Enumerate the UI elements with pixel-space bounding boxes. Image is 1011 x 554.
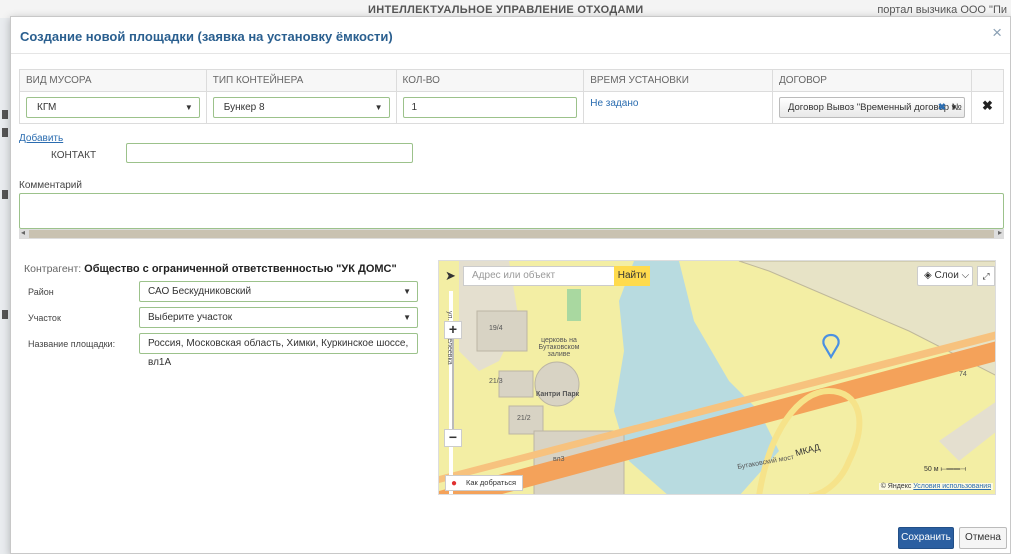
- map-label-building: 21/3: [489, 378, 503, 385]
- create-site-modal: Создание новой площадки (заявка на устан…: [10, 16, 1011, 554]
- site-name-value: Россия, Московская область, Химки, Курки…: [148, 338, 409, 368]
- map-find-button[interactable]: Найти: [614, 266, 650, 286]
- map-label-number: 74: [959, 371, 967, 378]
- header-container-type: ТИП КОНТЕЙНЕРА: [205, 69, 397, 92]
- route-label: Как добраться: [466, 478, 517, 487]
- map-label-building: вл3: [553, 456, 565, 463]
- clear-icon[interactable]: ✖: [938, 98, 946, 117]
- map-label-church: церковь на Бутаковском заливе: [538, 337, 580, 358]
- map-label-mall: Кантри Парк: [536, 391, 580, 398]
- add-row-link[interactable]: Добавить: [19, 133, 63, 144]
- map-layers-button[interactable]: ◈ Слои ⌵: [917, 266, 973, 286]
- cell-quantity: 1: [395, 91, 585, 124]
- container-table: ВИД МУСОРА ТИП КОНТЕЙНЕРА КОЛ-ВО ВРЕМЯ У…: [19, 69, 1005, 124]
- map-scale: 50 м ⟝━━⟞: [924, 466, 967, 473]
- scroll-left-icon[interactable]: ◂: [21, 228, 25, 237]
- cell-contract: Договор Вывоз "Временный договор № ✖ ▼: [771, 91, 972, 124]
- close-icon[interactable]: ×: [992, 23, 1002, 43]
- quantity-input[interactable]: 1: [402, 97, 578, 118]
- bg-marker: [2, 128, 8, 137]
- bg-marker: [2, 310, 8, 319]
- map-label-building: 21/2: [517, 415, 531, 422]
- layers-label: Слои: [934, 270, 959, 281]
- plot-select[interactable]: Выберите участок ▼: [139, 307, 418, 328]
- plot-value: Выберите участок: [148, 312, 233, 323]
- cell-remove: ✖: [970, 91, 1005, 124]
- contract-value: Договор Вывоз "Временный договор №: [787, 102, 962, 113]
- dropdown-arrow-icon: ▼: [403, 313, 411, 322]
- table-header-row: ВИД МУСОРА ТИП КОНТЕЙНЕРА КОЛ-ВО ВРЕМЯ У…: [19, 69, 1005, 92]
- header-actions: [970, 69, 1005, 92]
- header-waste-type: ВИД МУСОРА: [19, 69, 207, 92]
- portal-title: ИНТЕЛЛЕКТУАЛЬНОЕ УПРАВЛЕНИЕ ОТХОДАМИ: [368, 4, 644, 16]
- terms-link[interactable]: Условия использования: [913, 483, 991, 490]
- caret-down-icon: ▼: [950, 103, 958, 112]
- contact-input[interactable]: [126, 143, 413, 163]
- dropdown-arrow-icon: ▼: [184, 103, 193, 112]
- save-button[interactable]: Сохранить: [898, 527, 954, 549]
- cancel-button[interactable]: Отмена: [959, 527, 1007, 549]
- zoom-out-button[interactable]: −: [444, 429, 462, 447]
- remove-row-icon[interactable]: ✖: [978, 98, 997, 114]
- district-select[interactable]: САО Бескудниковский ▼: [139, 281, 418, 302]
- bg-marker: [2, 190, 8, 199]
- modal-title: Создание новой площадки (заявка на устан…: [20, 29, 393, 44]
- container-type-value: Бункер 8: [223, 102, 265, 113]
- install-time-link[interactable]: Не задано: [590, 98, 638, 109]
- comment-textarea[interactable]: [19, 193, 1004, 229]
- waste-type-select[interactable]: КГМ ▼: [26, 97, 200, 118]
- dropdown-arrow-icon: ▼: [403, 287, 411, 296]
- zoom-in-button[interactable]: +: [444, 321, 462, 339]
- fullscreen-icon[interactable]: ⤢: [977, 266, 995, 286]
- plot-label: Участок: [28, 313, 61, 323]
- chevron-down-icon: ⌵: [958, 270, 970, 281]
- container-type-select[interactable]: Бункер 8 ▼: [212, 97, 390, 118]
- header-contract: ДОГОВОР: [771, 69, 972, 92]
- geolocate-icon[interactable]: ➤: [445, 268, 456, 284]
- cell-install-time: Не задано: [583, 91, 773, 124]
- contact-label: КОНТАКТ: [51, 150, 97, 161]
- kontragent: Контрагент: Общество с ограниченной отве…: [24, 263, 397, 275]
- pin-icon: ●: [451, 478, 458, 489]
- waste-type-value: КГМ: [37, 102, 57, 113]
- route-button[interactable]: ● Как добраться: [445, 475, 524, 491]
- comment-label: Комментарий: [19, 180, 82, 191]
- kontragent-name: Общество с ограниченной ответственностью…: [84, 263, 397, 275]
- background-left-strip: [0, 100, 10, 400]
- map-copyright: © Яндекс Условия использования: [878, 483, 993, 490]
- layers-icon: ◈: [924, 270, 935, 281]
- portal-user: портал вызчика ООО "Пи: [877, 4, 1007, 16]
- copyright-prefix: © Яндекс: [880, 483, 912, 490]
- map-canvas[interactable]: [439, 261, 996, 495]
- map-label-building: 19/4: [489, 325, 503, 332]
- scroll-right-icon[interactable]: ▸: [998, 228, 1002, 237]
- cell-waste-type: КГМ ▼: [19, 91, 207, 124]
- kontragent-label: Контрагент:: [24, 263, 82, 275]
- district-value: САО Бескудниковский: [148, 286, 252, 297]
- dropdown-arrow-icon: ▼: [374, 103, 383, 112]
- contract-select[interactable]: Договор Вывоз "Временный договор № ✖ ▼: [778, 97, 965, 118]
- table-row: КГМ ▼ Бункер 8 ▼ 1 Не задано Договор Выв…: [19, 91, 1005, 124]
- district-label: Район: [28, 287, 54, 297]
- bg-marker: [2, 110, 8, 119]
- header-install-time: ВРЕМЯ УСТАНОВКИ: [583, 69, 773, 92]
- cell-container-type: Бункер 8 ▼: [205, 91, 397, 124]
- site-name-input[interactable]: Россия, Московская область, Химки, Курки…: [139, 333, 418, 368]
- site-name-label: Название площадки:: [28, 339, 116, 349]
- scrollbar-thumb[interactable]: [29, 230, 994, 238]
- divider: [11, 53, 1010, 54]
- horizontal-scrollbar[interactable]: ◂ ▸: [19, 228, 1004, 239]
- map-widget[interactable]: ул. Пантелеевка 19/4 церковь на Бутаковс…: [438, 260, 996, 495]
- zoom-slider[interactable]: [452, 339, 454, 429]
- scale-label: 50 м: [924, 466, 939, 473]
- header-quantity: КОЛ-ВО: [395, 69, 585, 92]
